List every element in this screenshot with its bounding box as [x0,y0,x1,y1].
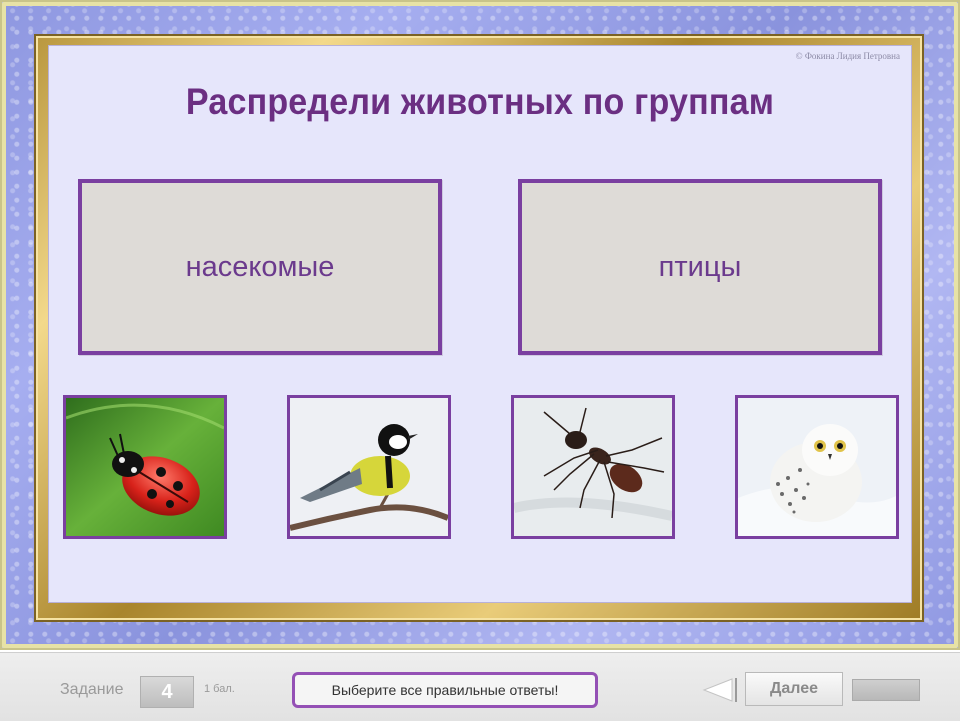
next-button[interactable]: Далее [745,672,843,706]
bird-image [290,398,448,536]
card-snowy-owl[interactable] [735,395,899,539]
back-button[interactable] [700,675,740,705]
slide: © Фокина Лидия Петровна Распредели живот… [48,45,912,603]
card-great-tit[interactable] [287,395,451,539]
ladybug-image [66,398,224,536]
group-birds-label: птицы [658,250,742,283]
back-arrow-icon [702,678,737,702]
group-birds-dropzone[interactable]: птицы [518,179,882,355]
card-ladybug[interactable] [63,395,227,539]
points-label: 1 бал. [204,683,235,695]
extra-button[interactable] [852,679,920,701]
owl-image [738,398,896,536]
bottom-toolbar: Задание 4 1 бал. Выберите все правильные… [0,652,960,721]
task-label: Задание [60,681,124,698]
copyright: © Фокина Лидия Петровна [795,51,900,61]
group-insects-dropzone[interactable]: насекомые [78,179,442,355]
ant-image [514,398,672,536]
card-ant[interactable] [511,395,675,539]
group-insects-label: насекомые [185,250,335,283]
slide-title: Распредели животных по группам [185,81,775,122]
hint-box: Выберите все правильные ответы! [292,672,598,708]
task-number: 4 [140,676,194,708]
